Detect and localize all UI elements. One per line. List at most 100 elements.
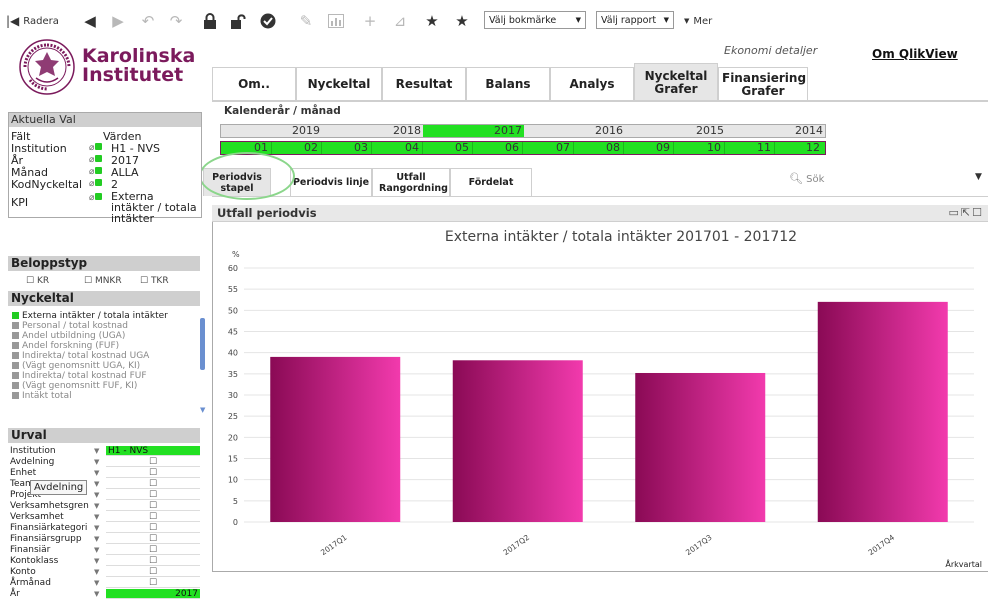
item-label: (Vägt genomsnitt UGA, KI) [22, 361, 141, 371]
nyckeltal-item[interactable]: Indirekta/ total kostnad UGA [12, 352, 149, 361]
urval-row-kontoklass[interactable]: Kontoklass ▼ ☐ [10, 556, 200, 567]
forward-icon[interactable]: ▶ [108, 11, 128, 31]
chevron-down-icon[interactable]: ▼ [94, 534, 99, 544]
clear-selection-icon[interactable]: ⌀ [89, 179, 103, 189]
tab-nyckeltal[interactable]: Nyckeltal [296, 67, 382, 101]
lock-icon[interactable] [200, 11, 220, 31]
bookmark-add-icon[interactable]: ★ [422, 11, 442, 31]
nyckeltal-item[interactable]: Indirekta/ total kostnad FUF [12, 372, 147, 381]
nyckeltal-item[interactable]: Personal / total kostnad [12, 322, 128, 331]
urval-row-armanad[interactable]: Årmånad ▼ ☐ [10, 578, 200, 589]
clear-selection-icon[interactable]: ⌀ [89, 143, 103, 153]
month-cell[interactable]: 10 [674, 142, 725, 154]
chevron-down-icon[interactable]: ▼ [94, 523, 99, 533]
urval-row-institution[interactable]: Institution ▼ H1 - NVS [10, 446, 200, 457]
print-icon[interactable]: ▭ [949, 206, 961, 219]
tab-finansiering-grafer[interactable]: Finansiering Grafer [718, 67, 808, 101]
beloppstyp-option-tkr[interactable]: ☐ TKR [140, 276, 169, 286]
nyckeltal-item[interactable]: Intäkt total [12, 392, 72, 401]
y-tick-label: 40 [228, 349, 238, 358]
year-cell[interactable]: 2015 [625, 125, 726, 137]
chevron-down-icon[interactable]: ▼ [94, 501, 99, 511]
clear-button[interactable]: |◀ Radera [6, 12, 59, 30]
year-cell[interactable]: 2016 [524, 125, 625, 137]
chevron-down-icon[interactable]: ▼ [94, 567, 99, 577]
chevron-down-icon[interactable]: ▼ [94, 545, 99, 555]
om-qlikview-link[interactable]: Om QlikView [872, 47, 958, 61]
month-cell[interactable]: 07 [523, 142, 574, 154]
subtab-fordelat[interactable]: Fördelat [450, 168, 532, 196]
filter-icon[interactable]: ⊿ [390, 11, 410, 31]
year-cell-selected[interactable]: 2017 [423, 125, 524, 137]
chevron-down-icon[interactable]: ▼ [94, 490, 99, 500]
urval-row-enhet[interactable]: Enhet ▼ ☐ [10, 468, 200, 479]
urval-row-avdelning[interactable]: Avdelning ▼ ☐ [10, 457, 200, 468]
year-cell[interactable]: 2014 [726, 125, 825, 137]
tab-om[interactable]: Om.. [212, 67, 296, 101]
clear-selection-icon[interactable]: ⌀ [89, 155, 103, 165]
urval-row-verksamhet[interactable]: Verksamhet ▼ ☐ [10, 512, 200, 523]
redo-icon[interactable]: ↷ [166, 11, 186, 31]
chevron-down-icon[interactable]: ▼ [94, 479, 99, 489]
export-icon[interactable]: ⇱ [961, 206, 972, 219]
month-cell[interactable]: 12 [775, 142, 823, 154]
clear-selection-icon[interactable]: ⌀ [89, 167, 103, 177]
clear-selection-icon[interactable]: ⌀ [89, 193, 103, 203]
more-button[interactable]: ▼ Mer [684, 12, 712, 30]
bookmark-select[interactable]: Välj bokmärke ▼ [484, 11, 586, 29]
tab-analys[interactable]: Analys [550, 67, 634, 101]
month-cell[interactable]: 02 [272, 142, 322, 154]
nyckeltal-item[interactable]: Andel forskning (FUF) [12, 342, 119, 351]
year-cell[interactable]: 2018 [322, 125, 423, 137]
undo-icon[interactable]: ↶ [138, 11, 158, 31]
report-select[interactable]: Välj rapport ▼ [596, 11, 674, 29]
back-icon[interactable]: ◀ [80, 11, 100, 31]
chart-icon[interactable] [326, 11, 346, 31]
check-icon[interactable] [258, 11, 278, 31]
month-cell[interactable]: 06 [473, 142, 523, 154]
subtab-periodvis-linje[interactable]: Periodvis linje [290, 168, 372, 196]
beloppstyp-option-kr[interactable]: ☐ KR [26, 276, 49, 286]
urval-row-finansiarkategori[interactable]: Finansiärkategori ▼ ☐ [10, 523, 200, 534]
bookmark-icon[interactable]: ★ [452, 11, 472, 31]
subtabs-divider [212, 196, 988, 197]
beloppstyp-option-mnkr[interactable]: ☐ MNKR [84, 276, 122, 286]
chevron-down-icon[interactable]: ▼ [94, 578, 99, 588]
scroll-down-icon[interactable]: ▼ [200, 406, 205, 414]
month-cell[interactable]: 05 [423, 142, 473, 154]
unlock-icon[interactable] [228, 11, 248, 31]
tab-nyckeltal-grafer[interactable]: Nyckeltal Grafer [634, 63, 718, 101]
subtab-utfall-rangordning[interactable]: Utfall Rangordning [372, 168, 450, 196]
chevron-down-icon[interactable]: ▼ [94, 468, 99, 478]
chevron-down-icon[interactable]: ▼ [975, 172, 982, 182]
nyckeltal-scrollbar[interactable] [200, 318, 205, 370]
urval-row-verksamhetsgren[interactable]: Verksamhetsgren ▼ ☐ [10, 501, 200, 512]
chevron-down-icon[interactable]: ▼ [94, 556, 99, 566]
urval-label: Verksamhet [10, 512, 64, 522]
month-cell[interactable]: 08 [574, 142, 624, 154]
month-cell[interactable]: 09 [624, 142, 674, 154]
year-cell[interactable]: 2019 [221, 125, 322, 137]
chevron-down-icon[interactable]: ▼ [94, 589, 99, 599]
urval-row-finansiarsgrupp[interactable]: Finansiärsgrupp ▼ ☐ [10, 534, 200, 545]
nyckeltal-item[interactable]: (Vägt genomsnitt FUF, KI) [12, 382, 137, 391]
nyckeltal-item[interactable]: Externa intäkter / totala intäkter [12, 312, 168, 321]
month-cell[interactable]: 11 [725, 142, 775, 154]
urval-row-konto[interactable]: Konto ▼ ☐ [10, 567, 200, 578]
edit-icon[interactable]: ✎ [296, 11, 316, 31]
urval-row-ar[interactable]: År ▼ 2017 [10, 589, 200, 600]
month-cell[interactable]: 04 [372, 142, 423, 154]
urval-row-finansiar[interactable]: Finansiär ▼ ☐ [10, 545, 200, 556]
nyckeltal-item[interactable]: (Vägt genomsnitt UGA, KI) [12, 362, 140, 371]
y-tick-label: 15 [228, 455, 238, 464]
chevron-down-icon[interactable]: ▼ [94, 446, 99, 456]
search-button[interactable]: 🔍︎ Sök [789, 172, 824, 185]
month-cell[interactable]: 03 [322, 142, 372, 154]
tab-balans[interactable]: Balans [466, 67, 550, 101]
add-icon[interactable]: + [360, 11, 380, 31]
maximize-icon[interactable]: ☐ [972, 206, 984, 219]
chevron-down-icon[interactable]: ▼ [94, 457, 99, 467]
chevron-down-icon[interactable]: ▼ [94, 512, 99, 522]
nyckeltal-item[interactable]: Andel utbildning (UGA) [12, 332, 125, 341]
tab-resultat[interactable]: Resultat [382, 67, 466, 101]
